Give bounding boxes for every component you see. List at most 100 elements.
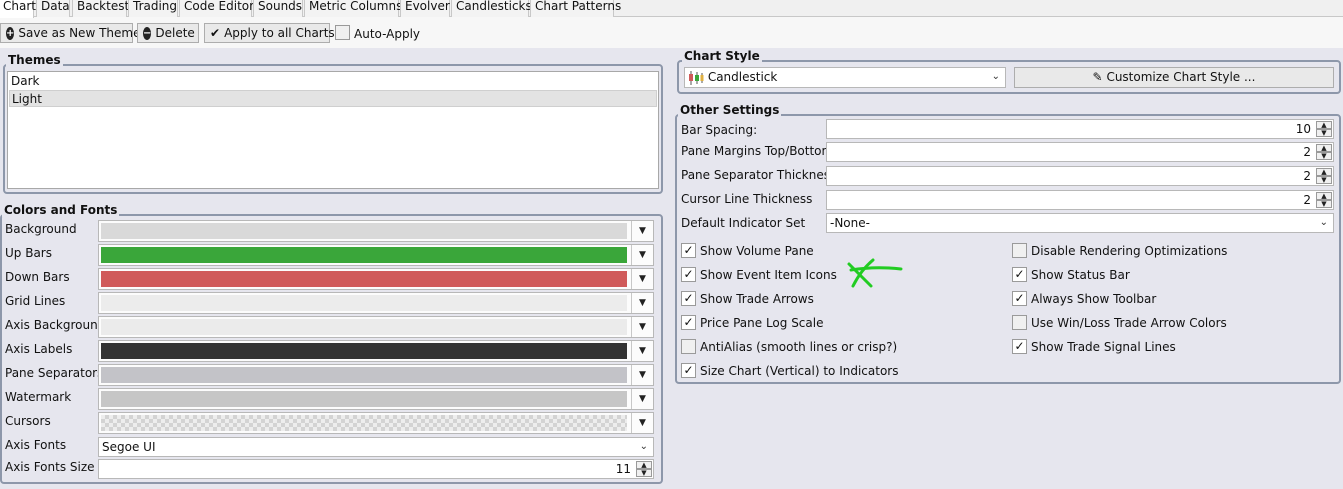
color-picker[interactable]: ▼	[98, 364, 654, 386]
toolbar: + Save as New Theme − Delete ✔ Apply to …	[0, 17, 1343, 48]
cursor-line-thickness-stepper[interactable]: 2 ▲ ▼	[826, 190, 1334, 210]
tab-label: Candlesticks	[456, 0, 532, 13]
color-picker[interactable]: ▼	[98, 340, 654, 362]
checkbox-unchecked[interactable]	[681, 339, 696, 354]
checkbox-label: Disable Rendering Optimizations	[1031, 244, 1228, 258]
dropdown-arrow-icon[interactable]: ▼	[631, 293, 653, 313]
axis-fonts-size-label: Axis Fonts Size	[5, 460, 95, 474]
checkbox-unchecked[interactable]	[1012, 315, 1027, 330]
color-swatch	[101, 319, 627, 335]
spin-down-icon[interactable]: ▼	[1316, 176, 1332, 184]
bar-spacing-stepper[interactable]: 10 ▲ ▼	[826, 119, 1334, 139]
checkbox-checked[interactable]: ✓	[681, 291, 696, 306]
axis-fonts-size-stepper[interactable]: 11 ▲ ▼	[98, 459, 654, 479]
color-picker[interactable]: ▼	[98, 220, 654, 242]
customize-chart-style-button[interactable]: ✎ Customize Chart Style ...	[1014, 67, 1334, 88]
checkbox-checked[interactable]: ✓	[1012, 267, 1027, 282]
checkbox-checked[interactable]: ✓	[681, 243, 696, 258]
edit-icon: ✎	[1092, 70, 1103, 84]
color-swatch	[101, 247, 627, 263]
default-indicator-set-select[interactable]: -None- ⌄	[826, 213, 1334, 233]
tab-label: Sounds	[258, 0, 303, 13]
checkbox-checked[interactable]: ✓	[681, 363, 696, 378]
color-row-label: Down Bars	[5, 270, 70, 284]
spin-up-icon[interactable]: ▲	[636, 461, 652, 469]
tab-candlesticks[interactable]: Candlesticks	[451, 0, 532, 17]
chevron-down-icon: ⌄	[639, 441, 648, 452]
color-swatch	[101, 415, 627, 431]
tab-label: Trading	[133, 0, 178, 13]
chevron-down-icon: ⌄	[991, 71, 1000, 82]
color-row-label: Watermark	[5, 390, 72, 404]
pane-margins-stepper[interactable]: 2 ▲ ▼	[826, 142, 1334, 162]
chart-style-title: Chart Style	[682, 49, 762, 63]
color-swatch	[101, 295, 627, 311]
checkbox-label: Show Trade Signal Lines	[1031, 340, 1176, 354]
tab-backtest[interactable]: Backtest	[72, 0, 129, 17]
color-swatch	[101, 391, 627, 407]
tab-data[interactable]: Data	[36, 0, 70, 17]
dropdown-arrow-icon[interactable]: ▼	[631, 341, 653, 361]
chart-style-select[interactable]: Candlestick ⌄	[684, 67, 1006, 88]
color-row-label: Up Bars	[5, 246, 52, 260]
color-row-label: Axis Labels	[5, 342, 73, 356]
tab-code-editor[interactable]: Code Editor	[179, 0, 255, 17]
spin-up-icon[interactable]: ▲	[1316, 144, 1332, 152]
themes-list[interactable]: Dark Light	[7, 71, 659, 189]
tab-label: Data	[41, 0, 70, 13]
stepper-value: 2	[1303, 145, 1311, 159]
color-picker[interactable]: ▼	[98, 316, 654, 338]
color-picker[interactable]: ▼	[98, 244, 654, 266]
dropdown-arrow-icon[interactable]: ▼	[631, 269, 653, 289]
spin-down-icon[interactable]: ▼	[1316, 200, 1332, 208]
dropdown-arrow-icon[interactable]: ▼	[631, 389, 653, 409]
tab-label: Evolver	[405, 0, 450, 13]
color-swatch	[101, 223, 627, 239]
list-item[interactable]: Dark	[9, 73, 657, 90]
themes-title: Themes	[6, 53, 63, 67]
spin-up-icon[interactable]: ▲	[1316, 121, 1332, 129]
minus-icon: −	[143, 26, 152, 40]
tab-chart[interactable]: Chart	[0, 0, 36, 18]
tab-evolver[interactable]: Evolver	[400, 0, 450, 17]
color-row-label: Pane Separators	[5, 366, 104, 380]
auto-apply-checkbox[interactable]	[335, 25, 350, 40]
checkbox-checked[interactable]: ✓	[681, 267, 696, 282]
checkbox-unchecked[interactable]	[1012, 243, 1027, 258]
checkbox-label: Show Status Bar	[1031, 268, 1130, 282]
tab-trading[interactable]: Trading	[128, 0, 178, 17]
color-picker[interactable]: ▼	[98, 268, 654, 290]
dropdown-arrow-icon[interactable]: ▼	[631, 221, 653, 241]
color-picker[interactable]: ▼	[98, 388, 654, 410]
tab-chart-patterns[interactable]: Chart Patterns	[530, 0, 621, 17]
tab-sounds[interactable]: Sounds	[253, 0, 303, 17]
color-picker[interactable]: ▼	[98, 412, 654, 434]
apply-to-all-charts-button[interactable]: ✔ Apply to all Charts	[204, 23, 335, 43]
dropdown-arrow-icon[interactable]: ▼	[631, 365, 653, 385]
dropdown-arrow-icon[interactable]: ▼	[631, 245, 653, 265]
button-label: Apply to all Charts	[224, 26, 335, 40]
pane-separator-thickness-stepper[interactable]: 2 ▲ ▼	[826, 166, 1334, 186]
checkbox-checked[interactable]: ✓	[1012, 291, 1027, 306]
delete-button[interactable]: − Delete	[137, 23, 199, 43]
bar-spacing-label: Bar Spacing:	[681, 123, 758, 137]
save-as-new-theme-button[interactable]: + Save as New Theme	[0, 23, 140, 43]
list-item[interactable]: Light	[9, 90, 657, 107]
color-swatch	[101, 271, 627, 287]
spin-up-icon[interactable]: ▲	[1316, 168, 1332, 176]
stepper-value: 2	[1303, 193, 1311, 207]
axis-fonts-select[interactable]: Segoe UI ⌄	[98, 437, 654, 457]
dropdown-arrow-icon[interactable]: ▼	[631, 317, 653, 337]
tab-label: Code Editor	[184, 0, 255, 13]
tab-metric-columns[interactable]: Metric Columns	[304, 0, 402, 17]
default-indicator-set-label: Default Indicator Set	[681, 216, 806, 230]
checkbox-checked[interactable]: ✓	[681, 315, 696, 330]
dropdown-arrow-icon[interactable]: ▼	[631, 413, 653, 433]
color-picker[interactable]: ▼	[98, 292, 654, 314]
spin-down-icon[interactable]: ▼	[1316, 129, 1332, 137]
spin-up-icon[interactable]: ▲	[1316, 192, 1332, 200]
colors-and-fonts-title: Colors and Fonts	[2, 203, 120, 217]
checkbox-checked[interactable]: ✓	[1012, 339, 1027, 354]
spin-down-icon[interactable]: ▼	[1316, 152, 1332, 160]
spin-down-icon[interactable]: ▼	[636, 469, 652, 477]
